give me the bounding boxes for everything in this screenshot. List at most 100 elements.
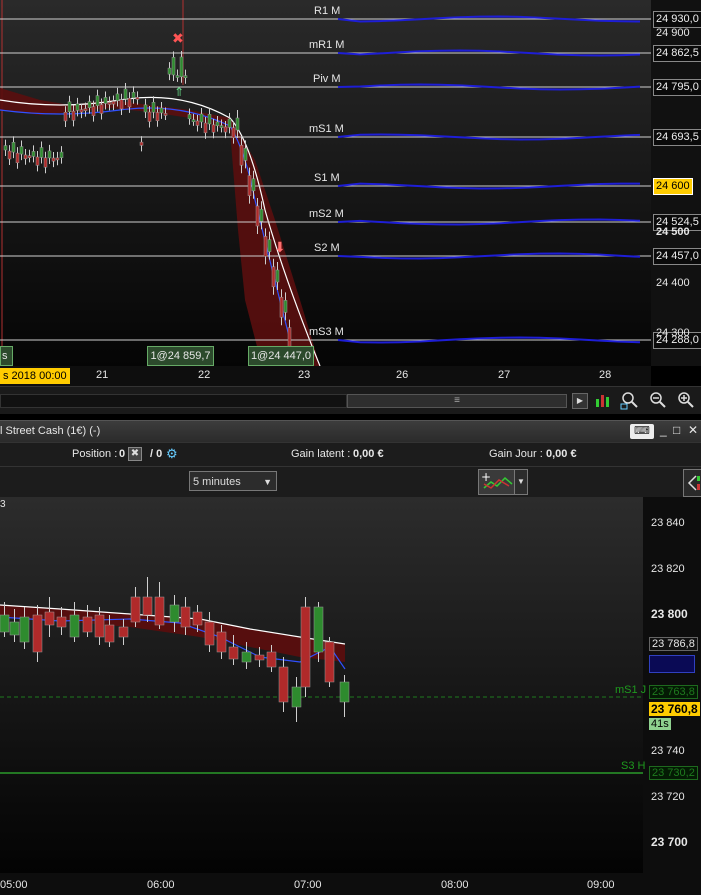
top-chart-canvas[interactable]: ✖ ⇑ ⬇ bbox=[0, 0, 701, 366]
latent-value: 0,00 € bbox=[353, 448, 384, 460]
scroll-right-arrow-icon[interactable]: ▶ bbox=[572, 393, 588, 409]
interval-select[interactable]: 5 minutes ▼ bbox=[189, 471, 277, 491]
top-chart[interactable]: ✖ ⇑ ⬇ R1 M 24 930,0 mR1 M 24 862,5 Piv M 24 7… bbox=[0, 0, 701, 385]
window-titlebar[interactable]: l Street Cash (1€) (-) ⌨ _ □ ✕ bbox=[0, 420, 701, 443]
ratio-value: / 0 bbox=[150, 448, 163, 460]
candle-timer: 41s bbox=[649, 718, 671, 730]
position-value: 0 bbox=[119, 448, 126, 460]
x-tick: 08:00 bbox=[441, 879, 469, 891]
corner-label: 3 bbox=[0, 499, 6, 510]
candle bbox=[19, 146, 24, 155]
x-tick: 05:00 bbox=[0, 879, 28, 891]
level-name: Piv M bbox=[313, 73, 341, 85]
side-panel-icon[interactable] bbox=[683, 469, 701, 497]
order-tag[interactable]: 1@24 859,7 bbox=[147, 346, 214, 366]
level-name: R1 M bbox=[314, 5, 341, 17]
candle bbox=[254, 654, 265, 661]
candle bbox=[204, 621, 215, 646]
gear-icon[interactable]: ⚙ bbox=[166, 446, 178, 462]
candle bbox=[267, 239, 272, 252]
zoom-in-icon[interactable] bbox=[676, 390, 696, 410]
y-tick: 23 840 bbox=[651, 517, 685, 529]
indicator-dropdown-icon[interactable]: ▼ bbox=[514, 469, 528, 495]
candle bbox=[291, 686, 302, 708]
keyboard-icon[interactable]: ⌨ bbox=[630, 424, 654, 439]
candle bbox=[82, 616, 93, 633]
x-tick: 06:00 bbox=[147, 879, 175, 891]
candle bbox=[211, 124, 216, 133]
ms1-price-tag: 23 763,8 bbox=[649, 685, 698, 699]
candle bbox=[151, 102, 156, 113]
chart-toolbar: 5 minutes ▼ + ▼ bbox=[0, 466, 701, 498]
bottom-chart-canvas[interactable] bbox=[0, 497, 701, 895]
date-label: s 2018 00:00 bbox=[0, 368, 70, 384]
position-label: Position : bbox=[72, 448, 118, 460]
zoom-fit-icon[interactable] bbox=[620, 390, 640, 410]
candle bbox=[51, 157, 56, 162]
scroll-track[interactable] bbox=[0, 394, 347, 408]
indicator-button[interactable]: + bbox=[478, 469, 516, 495]
level-name: S2 M bbox=[314, 242, 340, 254]
chart-settings-icon[interactable] bbox=[594, 391, 610, 409]
candle bbox=[19, 616, 30, 643]
candle bbox=[235, 117, 240, 131]
candle bbox=[59, 151, 64, 158]
scrollbar-row: ≡ ▶ bbox=[0, 386, 701, 415]
candle bbox=[23, 154, 28, 160]
candle bbox=[241, 651, 252, 663]
bottom-chart[interactable]: 3 mS1 J S3 H 23 840 23 820 23 800 23 786… bbox=[0, 497, 701, 895]
candle bbox=[147, 111, 152, 122]
y-tick: 23 740 bbox=[651, 745, 685, 757]
candle bbox=[39, 147, 44, 158]
candle bbox=[69, 614, 80, 638]
chevron-down-icon: ▼ bbox=[263, 477, 272, 487]
candle bbox=[247, 175, 252, 196]
zoom-out-icon[interactable] bbox=[648, 390, 668, 410]
candle bbox=[35, 156, 40, 166]
candle bbox=[283, 300, 288, 313]
candle bbox=[94, 614, 105, 638]
level-price-tag: 24 457,0 bbox=[653, 248, 701, 265]
candle bbox=[175, 75, 180, 78]
candle bbox=[87, 101, 92, 108]
candle bbox=[207, 114, 212, 125]
level-name: mS3 M bbox=[309, 326, 344, 338]
candle bbox=[55, 157, 60, 161]
candle bbox=[79, 109, 84, 113]
candle bbox=[3, 145, 8, 151]
candle bbox=[75, 103, 80, 111]
candle bbox=[91, 106, 96, 116]
x-tick: 07:00 bbox=[294, 879, 322, 891]
candle bbox=[227, 118, 232, 128]
candle bbox=[169, 604, 180, 623]
price-tag: 23 786,8 bbox=[649, 637, 698, 651]
candle bbox=[199, 113, 204, 123]
level-price-tag: 24 930,0 bbox=[653, 11, 701, 28]
s3-price-tag: 23 730,2 bbox=[649, 766, 698, 780]
sell-signal-icon: ✖ bbox=[172, 31, 184, 47]
candle bbox=[154, 596, 165, 626]
candle bbox=[179, 56, 184, 78]
candle bbox=[279, 296, 284, 318]
candle bbox=[324, 641, 335, 683]
down-arrow-icon: ⬇ bbox=[274, 240, 286, 256]
minimize-icon[interactable]: _ bbox=[660, 423, 667, 437]
blue-price-tag bbox=[649, 655, 695, 673]
y-tick: 23 820 bbox=[651, 563, 685, 575]
scroll-thumb[interactable]: ≡ bbox=[347, 394, 567, 408]
candle bbox=[104, 624, 115, 643]
candle bbox=[159, 107, 164, 114]
candle bbox=[103, 97, 108, 104]
candle bbox=[127, 98, 132, 108]
order-tag[interactable]: 1@24 447,0 bbox=[248, 346, 314, 366]
candle bbox=[95, 95, 100, 106]
left-tag[interactable]: s bbox=[0, 346, 13, 366]
close-icon[interactable]: ✕ bbox=[688, 423, 698, 437]
candle bbox=[56, 616, 67, 628]
candle bbox=[171, 57, 176, 76]
maximize-icon[interactable]: □ bbox=[673, 423, 680, 437]
candle bbox=[313, 606, 324, 653]
candle bbox=[99, 104, 104, 114]
close-position-icon[interactable]: ✖ bbox=[128, 447, 142, 461]
candle bbox=[71, 110, 76, 121]
